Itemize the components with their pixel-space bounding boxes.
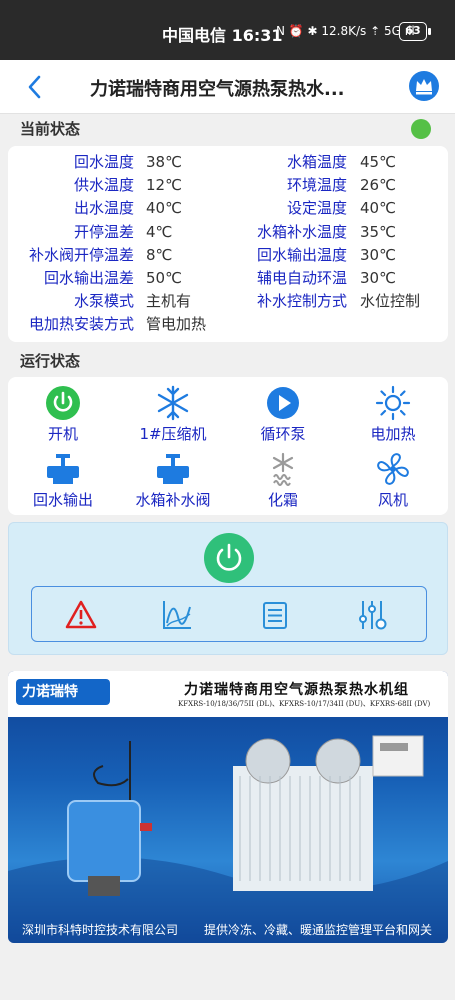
current-status-card: 回水温度 38℃ 供水温度 12℃ 出水温度 40℃ 开停温差 4℃ 补水阀开停温差 8℃ 回水输出… <box>8 146 448 342</box>
defrost-icon <box>272 452 294 486</box>
run-status-item: 水箱补水阀 <box>118 451 228 510</box>
sun-icon <box>375 385 411 421</box>
status-label: 补水阀开停温差 <box>28 245 134 264</box>
power-button[interactable] <box>204 533 254 583</box>
control-panel <box>8 522 448 655</box>
status-value: 40℃ <box>360 199 396 218</box>
status-label: 水箱温度 <box>286 153 347 171</box>
run-status-card: 开机 1#压缩机 循环泵 电加热回水输出 水箱补水阀 化霜 风机 <box>8 377 448 515</box>
carrier-time: 中国电信 16:31 <box>162 26 283 45</box>
page-title: 力诺瑞特商用空气源热泵热水... <box>90 79 345 100</box>
status-label: 水箱补水温度 <box>256 222 347 241</box>
current-status-heading: 当前状态 <box>20 120 81 138</box>
status-value: 35℃ <box>360 222 396 241</box>
run-status-item: 回水输出 <box>8 451 118 510</box>
trend-chart-icon[interactable] <box>159 597 195 633</box>
status-bar: 中国电信 16:31 N ⏰ ✱ 12.8K/s ⇡ 5G ıll 63 <box>0 0 455 60</box>
status-label: 回水输出温差 <box>43 269 134 287</box>
run-status-item: 开机 <box>8 385 118 444</box>
battery-icon: 63 <box>399 22 431 41</box>
status-label: 出水温度 <box>73 199 134 218</box>
heat-pump-product-image <box>8 735 448 943</box>
run-status-label: 化霜 <box>267 491 298 509</box>
status-value: 38℃ <box>146 153 182 171</box>
status-label: 设定温度 <box>286 199 347 218</box>
run-status-item: 风机 <box>338 451 448 510</box>
crown-icon[interactable] <box>409 71 439 101</box>
status-label: 开停温差 <box>73 222 134 241</box>
status-value: 管电加热 <box>146 315 207 334</box>
status-label: 环境温度 <box>286 176 347 195</box>
run-status-label: 开机 <box>47 425 78 443</box>
run-status-label: 风机 <box>377 491 408 509</box>
status-value: 主机有 <box>146 292 192 311</box>
run-status-label: 回水输出 <box>32 491 93 509</box>
status-value: 30℃ <box>360 245 396 264</box>
power-on-icon <box>46 386 80 420</box>
status-label: 回水温度 <box>73 153 134 171</box>
run-status-heading: 运行状态 <box>20 352 81 370</box>
tool-bar <box>31 586 427 642</box>
valve-icon <box>157 454 189 484</box>
status-value: 8℃ <box>146 245 173 264</box>
fan-icon <box>377 453 409 485</box>
app-header: 力诺瑞特商用空气源热泵热水... <box>0 60 455 114</box>
status-label: 电加热安装方式 <box>28 315 134 334</box>
valve-icon <box>47 454 79 484</box>
banner-slogan: 提供冷冻、冷藏、暖通监控管理平台和网关 <box>204 923 433 937</box>
status-label: 回水输出温度 <box>256 245 347 264</box>
warning-icon[interactable] <box>63 597 99 633</box>
run-status-label: 电加热 <box>370 425 416 443</box>
settings-sliders-icon[interactable] <box>354 597 390 633</box>
run-status-item: 循环泵 <box>228 385 338 444</box>
power-button-icon <box>216 543 242 571</box>
status-label: 供水温度 <box>73 176 134 195</box>
status-value: 12℃ <box>146 176 182 195</box>
play-circle-icon <box>267 387 299 419</box>
status-table: 回水温度 38℃ 供水温度 12℃ 出水温度 40℃ 开停温差 4℃ 补水阀开停温差 8℃ 回水输出… <box>8 146 448 336</box>
online-status-indicator <box>411 119 431 139</box>
run-status-item: 1#压缩机 <box>118 385 228 444</box>
run-status-item: 电加热 <box>338 385 448 444</box>
run-status-label: 循环泵 <box>260 425 306 443</box>
status-value: 30℃ <box>360 269 396 287</box>
product-banner[interactable]: 力诺瑞特 力诺瑞特商用空气源热泵热水机组 KFXRS-10/18/36/75II… <box>8 671 448 943</box>
status-label: 补水控制方式 <box>256 292 347 311</box>
status-icons: N ⏰ ✱ 12.8K/s ⇡ 5G ıll <box>276 24 415 38</box>
status-value: 40℃ <box>146 199 182 218</box>
status-value: 45℃ <box>360 153 396 171</box>
status-value: 4℃ <box>146 222 173 241</box>
run-status-item: 化霜 <box>228 451 338 510</box>
status-value: 50℃ <box>146 269 182 287</box>
status-label: 水泵模式 <box>73 292 134 311</box>
list-icon[interactable] <box>257 597 293 633</box>
back-arrow-icon[interactable] <box>24 73 46 101</box>
status-label: 辅电自动环温 <box>256 269 347 287</box>
banner-company: 深圳市科特时控技术有限公司 <box>22 923 179 937</box>
status-value: 26℃ <box>360 176 396 195</box>
snowflake-icon <box>157 385 189 421</box>
run-status-label: 水箱补水阀 <box>135 491 211 509</box>
run-status-label: 1#压缩机 <box>139 425 207 443</box>
status-value: 水位控制 <box>360 292 421 311</box>
